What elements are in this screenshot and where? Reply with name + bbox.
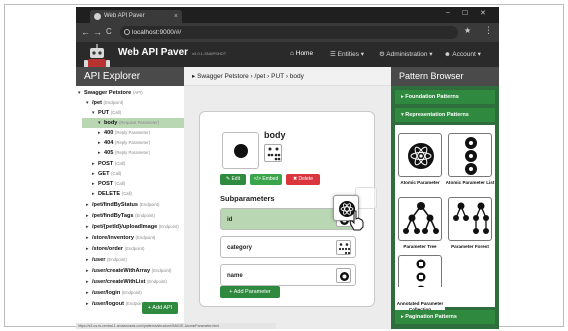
tree-item[interactable]: ▸/store/order (Endpoint) xyxy=(86,244,182,254)
section-pagination-patterns[interactable]: ▸ Pagination Patterns xyxy=(395,310,495,324)
gear-icon: ⚙ xyxy=(379,51,385,58)
tree-item[interactable]: ▸ DELETE (Call) xyxy=(92,189,182,199)
tree-item[interactable]: ▸/pet/findByTags (Endpoint) xyxy=(86,211,182,221)
pattern-card-parameter-forest[interactable] xyxy=(448,197,492,241)
tree-item[interactable]: ▸ POST (Call) xyxy=(92,179,182,189)
hand-cursor-icon xyxy=(349,210,364,231)
nav-entities[interactable]: ☰ Entities ▾ xyxy=(330,50,364,58)
forward-icon[interactable]: → xyxy=(93,26,102,38)
forest-icon xyxy=(336,240,351,255)
app-navbar: Web API Paver v0.0.1-SNAPSHOT ⌂ Home ☰ E… xyxy=(76,42,499,77)
url-text: localhost:9000/#/ xyxy=(132,29,182,36)
home-icon: ⌂ xyxy=(290,50,294,57)
atom-list-icon xyxy=(465,137,477,175)
site-info-icon[interactable] xyxy=(124,29,130,35)
edit-button[interactable]: ✎ Edit xyxy=(220,174,246,185)
tree-item[interactable]: ▸/pet/{petId}/uploadImage (Endpoint) xyxy=(86,222,182,232)
status-bar-url: https://s3-us-ts-central-1.amazonaws.com… xyxy=(76,323,276,329)
add-api-button[interactable]: + Add API xyxy=(142,302,178,314)
browser-window: Web API Paver × – ☐ ✕ ← → C localhost:90… xyxy=(76,7,499,329)
app-content: API Explorer ▾ Swagger Petstore (API) ▾/p… xyxy=(76,67,499,329)
favicon-icon xyxy=(94,13,101,20)
tab-title: Web API Paver xyxy=(104,13,145,19)
tab-bar: Web API Paver × – ☐ ✕ xyxy=(76,7,499,23)
atom-icon xyxy=(336,268,351,283)
pattern-browser-title: Pattern Browser xyxy=(391,67,499,86)
window-close-icon[interactable]: ✕ xyxy=(480,9,486,17)
pattern-card-atomic-parameter-list[interactable] xyxy=(448,133,492,177)
section-representation-patterns[interactable]: ▾ Representation Patterns xyxy=(395,108,495,122)
tree-item[interactable]: ▸/user (Endpoint) xyxy=(86,255,182,265)
nav-administration[interactable]: ⚙ Administration ▾ xyxy=(379,50,433,58)
delete-button[interactable]: ✖ Delete xyxy=(286,174,320,185)
subparameter-row-name[interactable]: name xyxy=(220,264,356,286)
forest-icon xyxy=(264,144,282,162)
add-parameter-button[interactable]: + Add Parameter xyxy=(220,286,280,298)
section-foundation-patterns[interactable]: ▸ Foundation Patterns xyxy=(395,90,495,104)
embed-button[interactable]: </> Embed xyxy=(250,174,282,185)
subparameters-heading: Subparameters xyxy=(220,194,275,203)
pattern-label: Atomic Parameter List xyxy=(445,180,495,185)
nav-home[interactable]: ⌂ Home xyxy=(290,50,313,57)
tree-item[interactable]: ▸/user/createWithList (Endpoint) xyxy=(86,277,182,287)
nav-account[interactable]: ☻ Account ▾ xyxy=(444,50,481,58)
parameter-title: body xyxy=(264,130,286,140)
address-toolbar: ← → C localhost:9000/#/ ★ ⋮ xyxy=(76,23,499,42)
subparameter-row-category[interactable]: category xyxy=(220,236,356,258)
parameter-type-tile xyxy=(222,132,259,169)
atom-icon xyxy=(408,143,434,169)
app-version: v0.0.1-SNAPSHOT xyxy=(192,51,227,56)
tree-item[interactable]: ▸/store/inventory (Endpoint) xyxy=(86,233,182,243)
list-icon: ☰ xyxy=(330,51,336,58)
browser-tab[interactable]: Web API Paver × xyxy=(90,10,182,23)
representation-patterns-list: Atomic Parameter Atomic Parameter List P… xyxy=(395,125,495,312)
atom-icon xyxy=(234,144,248,158)
back-icon[interactable]: ← xyxy=(81,26,90,38)
tree-item[interactable]: ▸ 405 (Reply Parameter) xyxy=(98,148,182,158)
browser-menu-icon[interactable]: ⋮ xyxy=(484,25,493,36)
pattern-browser-panel: Pattern Browser ▸ Foundation Patterns ▾ … xyxy=(391,67,499,329)
tree-item-selected[interactable]: ▾ body (Request Parameter) xyxy=(82,118,184,128)
user-icon: ☻ xyxy=(444,51,451,58)
api-explorer-panel: API Explorer ▾ Swagger Petstore (API) ▾/p… xyxy=(76,67,184,329)
tree-item[interactable]: ▸ 404 (Reply Parameter) xyxy=(98,138,182,148)
tree-item[interactable]: ▸/user/login (Endpoint) xyxy=(86,288,182,298)
forest-icon xyxy=(453,202,489,234)
url-bar[interactable]: localhost:9000/#/ xyxy=(120,26,458,39)
pattern-card-parameter-tree[interactable] xyxy=(398,197,442,241)
reload-icon[interactable]: C xyxy=(106,26,112,38)
minimize-icon[interactable]: – xyxy=(446,9,450,16)
bookmark-star-icon[interactable]: ★ xyxy=(464,26,471,35)
tree-item[interactable]: ▾ Swagger Petstore (API) xyxy=(78,88,182,98)
maximize-icon[interactable]: ☐ xyxy=(462,9,468,17)
pattern-label: Parameter Tree xyxy=(403,244,437,249)
tab-close-icon[interactable]: × xyxy=(174,10,178,23)
tree-item[interactable]: ▾/pet (Endpoint) xyxy=(86,98,182,108)
tree-icon xyxy=(403,202,439,234)
tree-item[interactable]: ▸ POST (Call) xyxy=(92,159,182,169)
tree-item[interactable]: ▾ PUT (Call) xyxy=(92,108,182,118)
tree-item[interactable]: ▸ GET (Call) xyxy=(92,169,182,179)
tree-item[interactable]: ▸/user/createWithArray (Endpoint) xyxy=(86,266,182,276)
app-brand[interactable]: Web API Paver xyxy=(118,47,188,58)
pattern-label: Annotated Parameter Collection xyxy=(395,287,445,312)
tree-item[interactable]: ▸ 400 (Reply Parameter) xyxy=(98,128,182,138)
tree-item[interactable]: ▸/pet/findByStatus (Endpoint) xyxy=(86,200,182,210)
breadcrumb: ▸ Swagger Petstore › /pet › PUT › body xyxy=(184,67,391,86)
api-explorer-title: API Explorer xyxy=(76,67,184,86)
pattern-label: Atomic Parameter xyxy=(400,180,440,185)
pattern-label: Parameter Forest xyxy=(451,244,489,249)
pattern-card-atomic-parameter[interactable] xyxy=(398,133,442,177)
